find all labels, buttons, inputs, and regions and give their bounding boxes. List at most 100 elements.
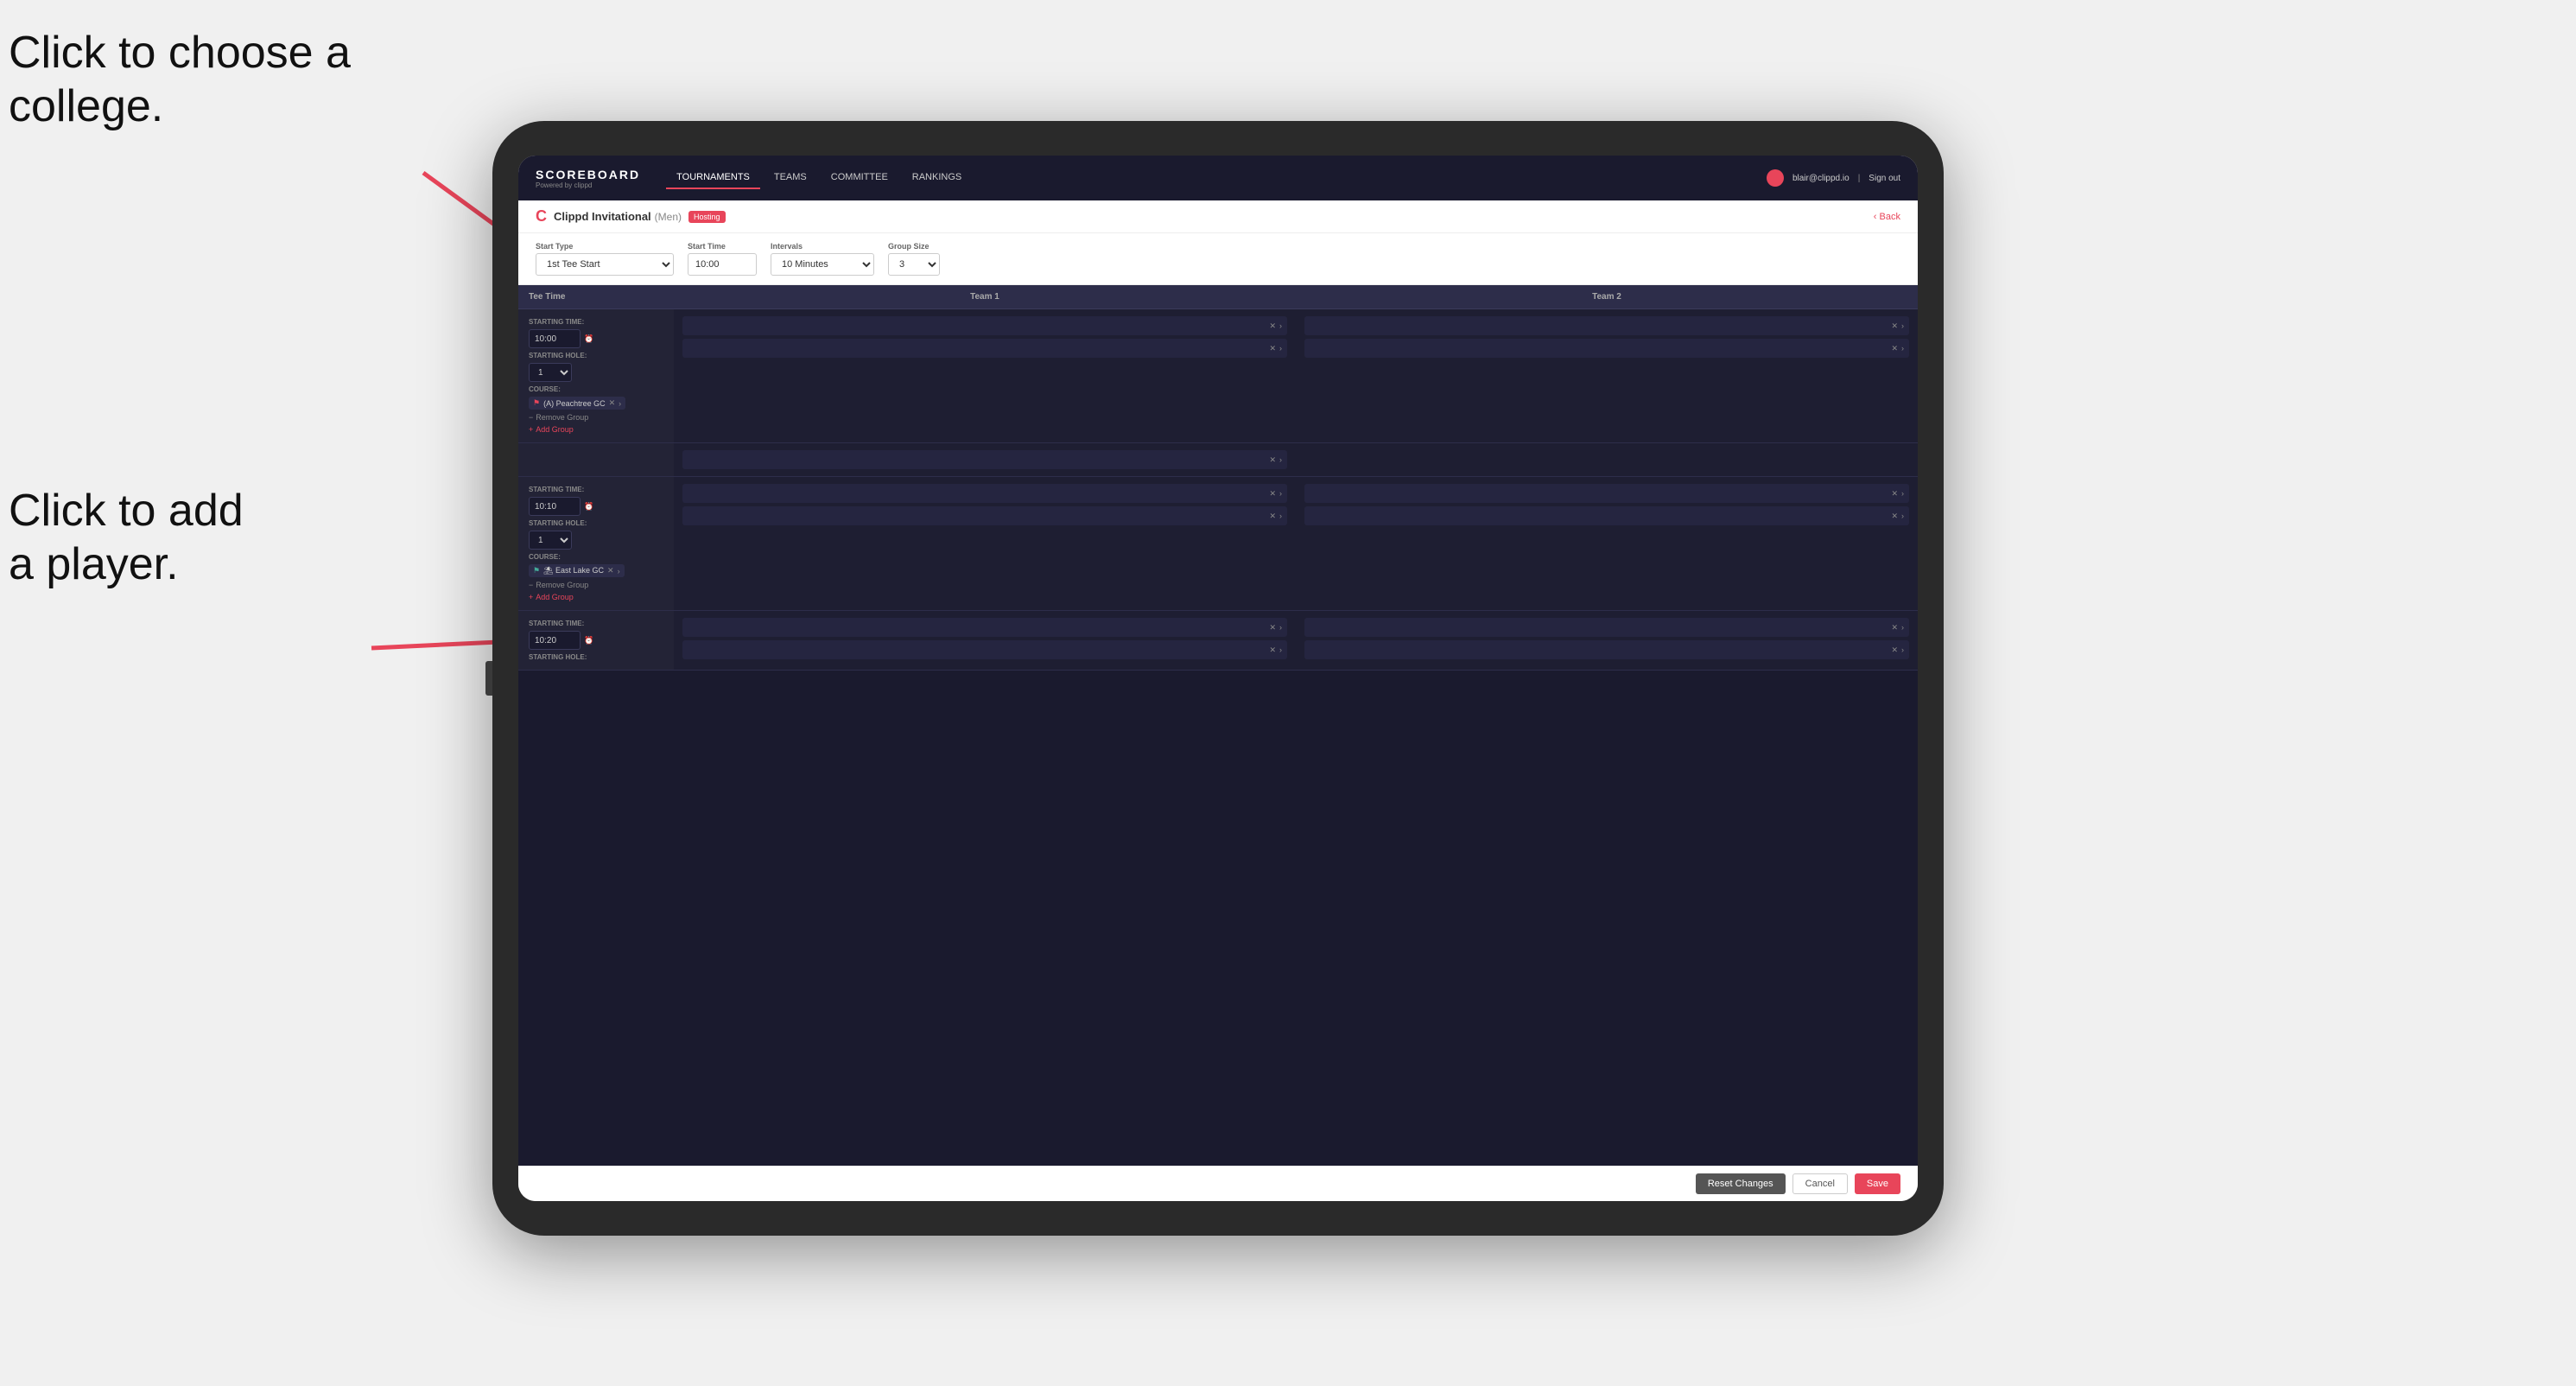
cancel-button[interactable]: Cancel: [1792, 1173, 1848, 1194]
player-slot-4-2[interactable]: ✕ ›: [1304, 506, 1909, 525]
slot-x-5-2[interactable]: ✕: [1269, 645, 1276, 655]
slot-expand-4-1[interactable]: ›: [1901, 489, 1904, 499]
player-slot-1-2[interactable]: ✕ ›: [682, 339, 1287, 358]
nav-teams[interactable]: TEAMS: [764, 167, 817, 189]
starting-time-row-2: ⏰: [529, 497, 663, 516]
starting-hole-select-1[interactable]: 1: [529, 363, 572, 382]
annotation-add-player: Click to add a player.: [9, 484, 244, 592]
save-button[interactable]: Save: [1855, 1173, 1900, 1194]
reset-button[interactable]: Reset Changes: [1696, 1173, 1786, 1194]
course-name-2: ⛱ East Lake GC: [543, 566, 604, 575]
powered-by: Powered by clippd: [536, 181, 640, 189]
player-slot-2-1[interactable]: ✕ ›: [1304, 316, 1909, 335]
slot-expand-5-2[interactable]: ›: [1279, 645, 1282, 655]
slot-expand-2-1[interactable]: ›: [1901, 321, 1904, 331]
starting-time-input-1[interactable]: [529, 329, 581, 348]
starting-time-label-1: STARTING TIME:: [529, 318, 663, 326]
user-avatar: [1767, 169, 1784, 187]
course-extra-row-1: ✕ ›: [518, 443, 1918, 477]
add-group-1[interactable]: + Add Group: [529, 425, 663, 434]
slot-x-4-2[interactable]: ✕: [1891, 512, 1898, 521]
intervals-select[interactable]: 10 Minutes: [771, 253, 874, 276]
player-slot-5-2[interactable]: ✕ ›: [682, 640, 1287, 659]
group-2-info: STARTING TIME: ⏰ STARTING HOLE: 1 COURSE…: [518, 477, 674, 610]
add-group-2[interactable]: + Add Group: [529, 593, 663, 601]
starting-time-input-2[interactable]: [529, 497, 581, 516]
slot-x-3-1[interactable]: ✕: [1269, 489, 1276, 499]
player-slot-5-1[interactable]: ✕ ›: [682, 618, 1287, 637]
start-type-label: Start Type: [536, 242, 674, 251]
course-name-1: (A) Peachtree GC: [543, 399, 606, 408]
group-size-select[interactable]: 3: [888, 253, 940, 276]
slot-x-1-1[interactable]: ✕: [1269, 321, 1276, 331]
course-remove-2[interactable]: ✕: [607, 566, 614, 575]
player-slot-6-1[interactable]: ✕ ›: [1304, 618, 1909, 637]
player-slot-extra-1-1[interactable]: ✕ ›: [682, 450, 1287, 469]
slot-x-5-1[interactable]: ✕: [1269, 623, 1276, 633]
remove-group-1[interactable]: − Remove Group: [529, 413, 663, 422]
starting-time-input-3[interactable]: [529, 631, 581, 650]
nav-rankings[interactable]: RANKINGS: [902, 167, 972, 189]
course-expand-2[interactable]: ›: [618, 567, 620, 575]
nav-tournaments[interactable]: TOURNAMENTS: [666, 167, 760, 189]
clock-icon-2: ⏰: [584, 502, 593, 512]
intervals-group: Intervals 10 Minutes: [771, 242, 874, 276]
clock-icon-1: ⏰: [584, 334, 593, 344]
slot-x-6-2[interactable]: ✕: [1891, 645, 1898, 655]
player-slot-6-2[interactable]: ✕ ›: [1304, 640, 1909, 659]
slot-expand-1-1[interactable]: ›: [1279, 321, 1282, 331]
player-slot-3-1[interactable]: ✕ ›: [682, 484, 1287, 503]
slot-expand-1-2[interactable]: ›: [1279, 344, 1282, 353]
slot-expand-2-2[interactable]: ›: [1901, 344, 1904, 353]
slot-x-4-1[interactable]: ✕: [1891, 489, 1898, 499]
starting-time-row-1: ⏰: [529, 329, 663, 348]
th-tee-time: Tee Time: [518, 285, 674, 308]
slot-expand-5-1[interactable]: ›: [1279, 623, 1282, 633]
slot-x-1-2[interactable]: ✕: [1269, 344, 1276, 353]
app-title: SCOREBOARD: [536, 168, 640, 181]
course-badge-2[interactable]: ⚑ ⛱ East Lake GC ✕ ›: [529, 564, 625, 577]
nav-bar: SCOREBOARD Powered by clippd TOURNAMENTS…: [518, 156, 1918, 200]
form-row: Start Type 1st Tee Start Start Time Inte…: [518, 233, 1918, 285]
start-type-select[interactable]: 1st Tee Start: [536, 253, 674, 276]
course-expand-1[interactable]: ›: [619, 399, 621, 408]
tablet-frame: SCOREBOARD Powered by clippd TOURNAMENTS…: [492, 121, 1944, 1236]
annotation-choose-college: Click to choose a college.: [9, 26, 351, 134]
course-badge-1[interactable]: ⚑ (A) Peachtree GC ✕ ›: [529, 397, 625, 410]
nav-committee[interactable]: COMMITTEE: [821, 167, 898, 189]
starting-hole-row-2: 1: [529, 531, 663, 550]
tablet-side-button: [485, 661, 492, 696]
group-3-info: STARTING TIME: ⏰ STARTING HOLE:: [518, 611, 674, 670]
start-time-group: Start Time: [688, 242, 757, 276]
course-remove-1[interactable]: ✕: [609, 398, 616, 408]
course-extra-info-1: [518, 443, 674, 476]
sign-out-link[interactable]: Sign out: [1869, 174, 1900, 183]
group-size-label: Group Size: [888, 242, 940, 251]
th-team2: Team 2: [1296, 285, 1918, 308]
start-time-input[interactable]: [688, 253, 757, 276]
player-slot-1-1[interactable]: ✕ ›: [682, 316, 1287, 335]
slot-expand-6-1[interactable]: ›: [1901, 623, 1904, 633]
slot-expand-3-1[interactable]: ›: [1279, 489, 1282, 499]
slot-expand-6-2[interactable]: ›: [1901, 645, 1904, 655]
player-slot-3-2[interactable]: ✕ ›: [682, 506, 1287, 525]
slot-x-extra-1-1[interactable]: ✕: [1269, 455, 1276, 465]
table-row: STARTING TIME: ⏰ STARTING HOLE: 1 COURSE…: [518, 477, 1918, 611]
back-button[interactable]: ‹ Back: [1874, 212, 1900, 222]
player-slot-2-2[interactable]: ✕ ›: [1304, 339, 1909, 358]
slot-x-2-1[interactable]: ✕: [1891, 321, 1898, 331]
remove-group-2[interactable]: − Remove Group: [529, 581, 663, 589]
slot-x-3-2[interactable]: ✕: [1269, 512, 1276, 521]
starting-hole-label-1: STARTING HOLE:: [529, 352, 663, 359]
starting-hole-select-2[interactable]: 1: [529, 531, 572, 550]
scoreboard-logo: SCOREBOARD Powered by clippd: [536, 168, 640, 189]
user-email: blair@clippd.io: [1792, 174, 1850, 183]
slot-expand-4-2[interactable]: ›: [1901, 512, 1904, 521]
table-header: Tee Time Team 1 Team 2: [518, 285, 1918, 309]
slot-expand-3-2[interactable]: ›: [1279, 512, 1282, 521]
slot-x-2-2[interactable]: ✕: [1891, 344, 1898, 353]
slot-expand-extra-1-1[interactable]: ›: [1279, 455, 1282, 465]
player-slot-4-1[interactable]: ✕ ›: [1304, 484, 1909, 503]
slot-x-6-1[interactable]: ✕: [1891, 623, 1898, 633]
starting-hole-label-2: STARTING HOLE:: [529, 519, 663, 527]
